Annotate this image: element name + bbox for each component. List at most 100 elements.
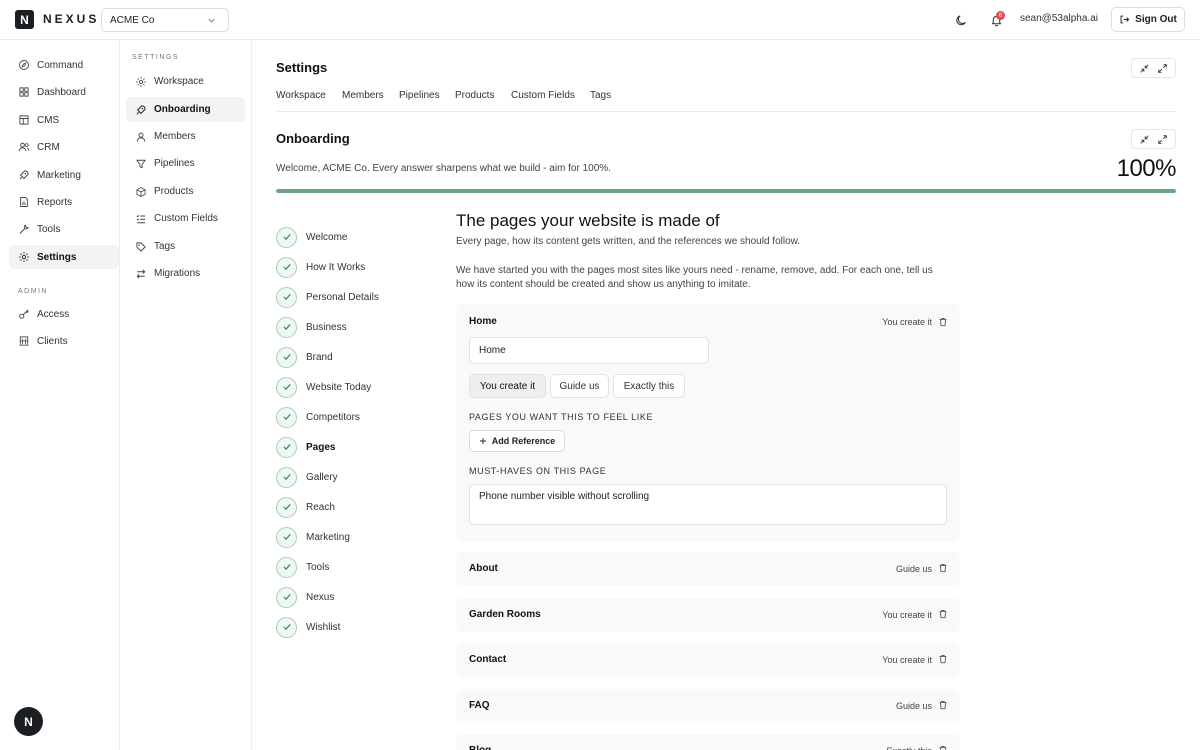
tab-members[interactable]: Members [342, 90, 384, 101]
page-row[interactable]: Garden Rooms You create it [456, 598, 960, 632]
content-instructions-line2: how its content should be created and sh… [456, 279, 751, 290]
add-reference-button[interactable]: Add Reference [469, 430, 565, 452]
tab-workspace[interactable]: Workspace [276, 90, 326, 101]
page-row[interactable]: Blog Exactly this [456, 734, 960, 750]
page-row[interactable]: About Guide us [456, 552, 960, 586]
sidebar-item-label: Reports [37, 196, 73, 208]
step-item[interactable]: How It Works [276, 256, 365, 278]
check-circle-icon [276, 316, 297, 338]
page-row-mode: Guide us [895, 564, 932, 574]
brand-name: NEXUS [43, 12, 100, 26]
step-item[interactable]: Competitors [276, 406, 360, 428]
expand-icon[interactable] [1157, 63, 1168, 74]
page-row-name: About [469, 563, 498, 574]
step-item[interactable]: Tools [276, 556, 329, 578]
sidebar-item-settings[interactable]: Settings [9, 245, 119, 269]
nexus-logo-icon[interactable]: N [15, 10, 34, 29]
sidebar-item-reports[interactable]: Reports [9, 190, 119, 214]
step-item[interactable]: Brand [276, 346, 333, 368]
step-item[interactable]: Personal Details [276, 286, 379, 308]
onboarding-progress-bar [276, 189, 1176, 193]
subnav-item-migrations[interactable]: Migrations [126, 261, 245, 286]
tab-products[interactable]: Products [455, 90, 494, 101]
step-item[interactable]: Business [276, 316, 347, 338]
workspace-select[interactable]: ACME Co [101, 8, 229, 32]
subnav-item-members[interactable]: Members [126, 124, 245, 149]
progress-fill [276, 189, 1176, 193]
admin-heading: ADMIN [18, 288, 49, 295]
trash-icon[interactable] [938, 700, 948, 710]
trash-icon[interactable] [938, 317, 948, 327]
nexus-assistant-button[interactable]: N [14, 707, 43, 736]
step-item[interactable]: Website Today [276, 376, 371, 398]
page-card-title[interactable]: Home [469, 316, 497, 327]
step-item[interactable]: Wishlist [276, 616, 340, 638]
trash-icon[interactable] [938, 563, 948, 573]
step-label: Personal Details [306, 291, 379, 303]
tab-pipelines[interactable]: Pipelines [399, 90, 440, 101]
sidebar-item-access[interactable]: Access [9, 302, 119, 326]
option-exactly-this[interactable]: Exactly this [613, 374, 685, 398]
sidebar-item-crm[interactable]: CRM [9, 135, 119, 159]
subnav-item-label: Members [154, 131, 196, 142]
sidebar-item-tools[interactable]: Tools [9, 217, 119, 241]
minimize-icon[interactable] [1139, 63, 1150, 74]
subnav-item-custom-fields[interactable]: Custom Fields [126, 206, 245, 231]
check-circle-icon [276, 376, 297, 398]
subnav-item-onboarding[interactable]: Onboarding [126, 97, 245, 122]
check-circle-icon [276, 496, 297, 518]
sidebar-item-label: Clients [37, 335, 68, 347]
trash-icon[interactable] [938, 654, 948, 664]
step-label: Website Today [306, 381, 372, 393]
step-item[interactable]: Gallery [276, 466, 338, 488]
subnav-item-tags[interactable]: Tags [126, 234, 245, 259]
building-icon [18, 335, 30, 347]
moon-icon[interactable] [953, 12, 969, 28]
sidebar-item-label: Settings [37, 251, 77, 263]
must-haves-textarea[interactable]: Phone number visible without scrolling [469, 484, 947, 525]
tab-custom-fields[interactable]: Custom Fields [511, 90, 575, 101]
expand-icon[interactable] [1157, 134, 1168, 145]
subnav-item-products[interactable]: Products [126, 179, 245, 204]
option-guide-us[interactable]: Guide us [550, 374, 609, 398]
sidebar-item-command[interactable]: Command [9, 53, 119, 77]
subnav-item-pipelines[interactable]: Pipelines [126, 151, 245, 176]
sidebar-item-dashboard[interactable]: Dashboard [9, 80, 119, 104]
sidebar-item-cms[interactable]: CMS [9, 108, 119, 132]
workspace-select-value: ACME Co [110, 14, 155, 26]
step-item[interactable]: Pages [276, 436, 335, 458]
sidebar-item-clients[interactable]: Clients [9, 329, 119, 353]
page-card-mode: You create it [882, 317, 932, 327]
subnav-item-label: Workspace [154, 76, 204, 87]
check-circle-icon [276, 526, 297, 548]
step-item[interactable]: Reach [276, 496, 335, 518]
page-row-mode: Guide us [895, 701, 932, 711]
trash-icon[interactable] [938, 745, 948, 750]
step-label: How It Works [306, 261, 366, 273]
page-name-input[interactable]: Home [469, 337, 709, 364]
sidebar-item-marketing[interactable]: Marketing [9, 163, 119, 187]
content-description: Every page, how its content gets written… [456, 236, 801, 247]
wrench-icon [18, 223, 30, 235]
user-icon [135, 131, 147, 143]
references-label: PAGES YOU WANT THIS TO FEEL LIKE [469, 412, 654, 422]
user-email[interactable]: sean@53alpha.ai [1020, 13, 1098, 24]
trash-icon[interactable] [938, 609, 948, 619]
check-circle-icon [276, 466, 297, 488]
chevron-down-icon [207, 16, 216, 25]
panel-controls [1131, 58, 1176, 78]
step-item[interactable]: Nexus [276, 586, 334, 608]
logo-letter: N [20, 12, 29, 27]
step-item[interactable]: Marketing [276, 526, 350, 548]
page-row[interactable]: FAQ Guide us [456, 689, 960, 723]
option-you-create-it[interactable]: You create it [469, 374, 546, 398]
sign-out-button[interactable]: Sign Out [1111, 7, 1185, 32]
tab-tags[interactable]: Tags [590, 90, 611, 101]
page-row[interactable]: Contact You create it [456, 643, 960, 677]
step-label: Nexus [306, 591, 335, 603]
sidebar-item-label: Command [37, 59, 84, 71]
page-row-name: Contact [469, 654, 507, 665]
step-item[interactable]: Welcome [276, 226, 348, 248]
subnav-item-workspace[interactable]: Workspace [126, 69, 245, 94]
minimize-icon[interactable] [1139, 134, 1150, 145]
